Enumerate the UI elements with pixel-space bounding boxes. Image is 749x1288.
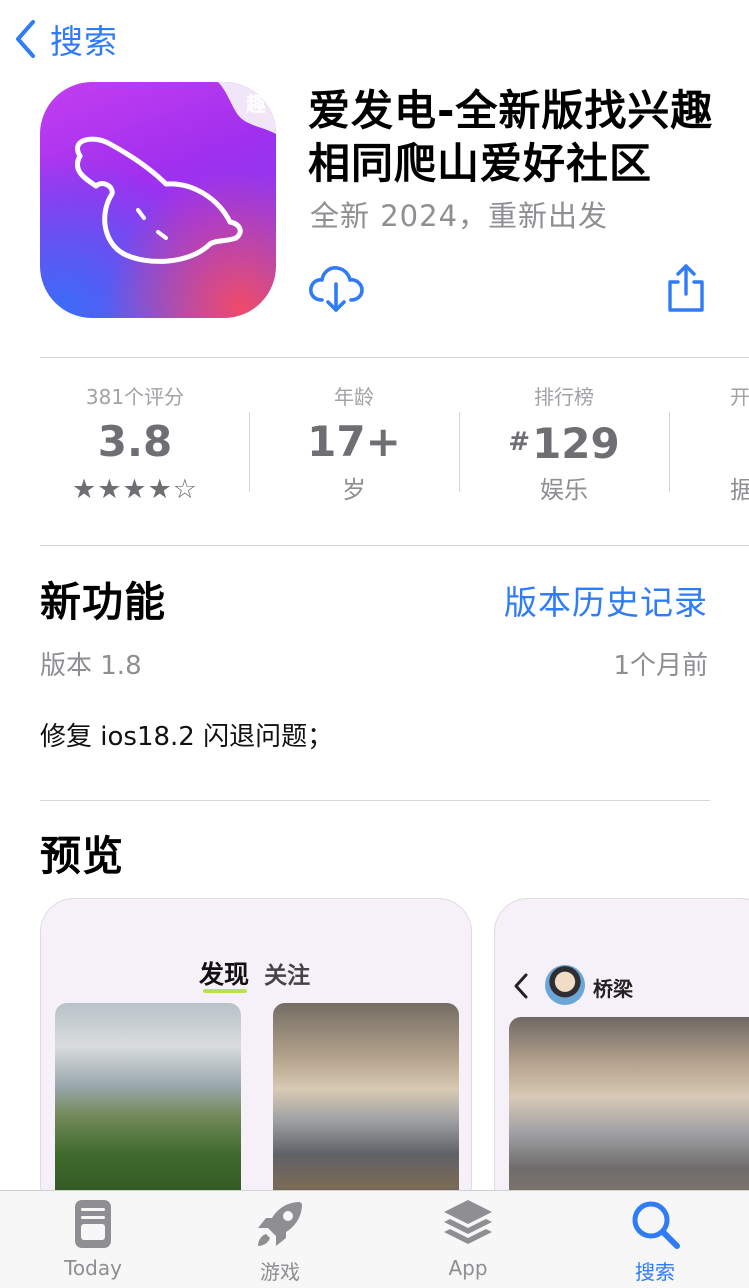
release-notes: 修复 ios18.2 闪退问题； — [40, 722, 334, 752]
version-history-link[interactable]: 版本历史记录 — [504, 576, 708, 624]
rating-stars: ★★★★☆ — [71, 474, 199, 505]
age-unit: 岁 — [342, 476, 366, 504]
preview-photo-car — [273, 1003, 459, 1217]
chevron-left-icon — [16, 20, 35, 58]
card1-tabs: 发现 关注 — [199, 955, 310, 991]
divider-top — [40, 357, 749, 358]
preview-username: 桥梁 — [593, 977, 633, 1001]
app-title: 爱发电-全新版找兴趣相同爬山爱好社区 — [308, 86, 714, 188]
app-icon: 趣 — [40, 82, 276, 318]
tab-search-label: 搜索 — [635, 1260, 675, 1284]
chevron-left-icon — [514, 973, 528, 999]
card1-tab-follow: 关注 — [264, 963, 311, 989]
info-separator — [669, 412, 670, 492]
preview-title: 预览 — [40, 832, 124, 880]
developer-value-partial: 据 — [730, 476, 749, 504]
chart-label: 排行榜 — [534, 385, 594, 409]
tab-today-label: Today — [64, 1256, 122, 1280]
info-chart[interactable]: 排行榜 #129 娱乐 — [459, 380, 669, 510]
ratings-count: 381个评分 — [85, 385, 185, 409]
app-icon-badge-text: 趣 — [246, 92, 266, 116]
rating-value: 3.8 — [97, 417, 173, 466]
preview-photo-mountain — [55, 1003, 241, 1217]
chart-category: 娱乐 — [540, 476, 588, 504]
tab-apps[interactable]: App — [393, 1196, 543, 1286]
preview-card-2[interactable]: 桥梁 — [494, 898, 749, 1218]
version-label: 版本 1.8 — [40, 651, 142, 681]
today-icon — [75, 1200, 111, 1248]
back-button[interactable]: 搜索 — [14, 16, 118, 62]
info-age[interactable]: 年龄 17+ 岁 — [249, 380, 459, 510]
tab-games-label: 游戏 — [260, 1260, 300, 1284]
divider-preview — [40, 800, 710, 801]
tab-games[interactable]: 游戏 — [205, 1196, 355, 1286]
info-ratings[interactable]: 381个评分 3.8 ★★★★☆ — [30, 380, 240, 510]
download-button[interactable] — [306, 262, 366, 316]
tab-apps-label: App — [448, 1256, 488, 1280]
tab-underline — [203, 989, 247, 993]
release-date: 1个月前 — [613, 651, 708, 681]
card1-tab-discover: 发现 — [199, 960, 250, 989]
divider-info — [40, 545, 749, 546]
tab-search[interactable]: 搜索 — [580, 1196, 730, 1286]
rocket-icon — [258, 1202, 302, 1246]
age-value: 17+ — [307, 417, 401, 466]
cloud-download-icon — [309, 266, 364, 312]
share-button[interactable] — [664, 262, 708, 316]
developer-label-partial: 开 — [730, 385, 749, 409]
preview-photo-person — [509, 1017, 749, 1217]
chart-rank: #129 — [459, 414, 669, 470]
back-label: 搜索 — [50, 22, 118, 61]
app-subtitle: 全新 2024，重新出发 — [310, 199, 609, 233]
preview-card-1[interactable]: 发现 关注 — [40, 898, 472, 1218]
rank-hash: # — [508, 427, 531, 457]
avatar — [545, 965, 585, 1005]
rank-number: 129 — [532, 419, 620, 468]
tab-today[interactable]: Today — [18, 1196, 168, 1286]
whats-new-title: 新功能 — [40, 578, 166, 626]
age-label: 年龄 — [334, 385, 374, 409]
apps-stack-icon — [444, 1200, 492, 1244]
info-developer-partial[interactable]: 开 据 — [730, 380, 749, 510]
search-icon — [632, 1201, 680, 1249]
share-icon — [668, 264, 704, 312]
